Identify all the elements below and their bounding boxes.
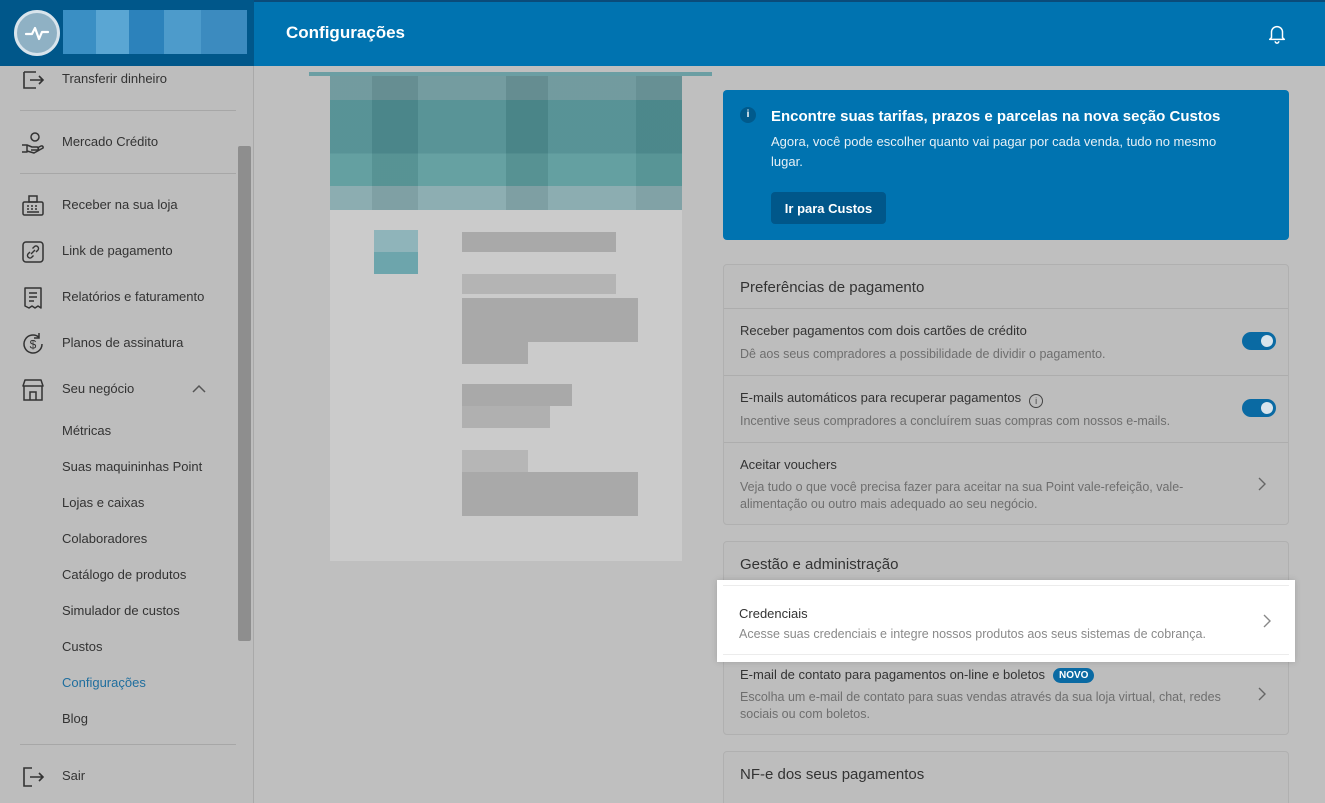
sidebar-subitem-metricas[interactable]: Métricas — [62, 423, 111, 438]
pref-row-vouchers[interactable]: Aceitar vouchers Veja tudo o que você pr… — [724, 442, 1288, 524]
preview-text-blurred — [462, 406, 550, 428]
page-title: Configurações — [286, 23, 406, 42]
row-description: Veja tudo o que você precisa fazer para … — [740, 480, 1184, 511]
sidebar-item-label: Seu negócio — [62, 381, 135, 396]
pref-row-two-cards[interactable]: Receber pagamentos com dois cartões de c… — [724, 308, 1288, 375]
sidebar-item-label: Transferir dinheiro — [62, 71, 168, 86]
sidebar-item-transfer[interactable]: Transferir dinheiro — [0, 61, 236, 97]
chevron-up-icon[interactable] — [192, 384, 206, 394]
card-title: Preferências de pagamento — [740, 279, 925, 296]
pref-row-auto-emails[interactable]: E-mails automáticos para recuperar pagam… — [724, 375, 1288, 442]
row-description: Incentive seus compradores a concluírem … — [740, 414, 1171, 428]
sidebar-item-relatorios[interactable]: Relatórios e faturamento — [0, 279, 236, 315]
row-description: Dê aos seus compradores a possibilidade … — [740, 347, 1106, 361]
sidebar-subitem-maquininhas[interactable]: Suas maquininhas Point — [62, 459, 202, 474]
card-title: Gestão e administração — [740, 556, 899, 573]
row-title: E-mail de contato para pagamentos on-lin… — [740, 667, 1095, 683]
blurred-preview — [330, 76, 682, 561]
row-title-text: E-mail de contato para pagamentos on-lin… — [740, 667, 1045, 682]
sidebar-subitem-colaboradores[interactable]: Colaboradores — [62, 531, 147, 546]
row-title: E-mails automáticos para recuperar pagam… — [740, 390, 1044, 408]
sidebar-scrollbar[interactable] — [238, 146, 251, 641]
sidebar-divider — [20, 110, 236, 111]
bell-icon[interactable] — [1266, 22, 1288, 44]
row-title-text: E-mails automáticos para recuperar pagam… — [740, 390, 1022, 405]
chevron-right-icon — [1258, 687, 1266, 701]
custos-info-banner: i Encontre suas tarifas, prazos e parcel… — [723, 90, 1289, 240]
top-bar: Configurações — [0, 0, 1325, 66]
mgmt-row-credenciais[interactable]: Credenciais Acesse suas credenciais e in… — [717, 580, 1295, 662]
hand-coin-icon — [22, 132, 44, 154]
sidebar-item-label: Link de pagamento — [62, 243, 173, 258]
dollar-cycle-icon: $ — [23, 333, 43, 354]
sidebar-item-sair[interactable]: Sair — [0, 758, 236, 794]
new-badge: NOVO — [1052, 668, 1095, 683]
chevron-right-icon — [1258, 477, 1266, 491]
transfer-icon — [23, 71, 45, 89]
sidebar-item-label: Sair — [62, 768, 86, 783]
row-description: Acesse suas credenciais e integre nossos… — [739, 627, 1206, 641]
sidebar-subitem-custos[interactable]: Custos — [62, 639, 102, 654]
preview-text-blurred — [462, 232, 616, 252]
row-description: Escolha um e-mail de contato para suas v… — [740, 690, 1221, 721]
nfe-card: NF-e dos seus pagamentos — [723, 751, 1289, 803]
sidebar-item-label: Relatórios e faturamento — [62, 289, 205, 304]
sidebar-item-mercado-credito[interactable]: Mercado Crédito — [0, 124, 236, 160]
chevron-right-icon — [1263, 614, 1271, 628]
brand-area — [0, 0, 254, 66]
credenciais-row-inner: Credenciais Acesse suas credenciais e in… — [723, 585, 1289, 655]
preview-avatar-blurred — [374, 230, 418, 274]
account-name-blurred[interactable] — [63, 10, 247, 54]
store-icon — [22, 379, 44, 401]
banner-title: Encontre suas tarifas, prazos e parcelas… — [771, 108, 1221, 125]
preview-text-blurred — [462, 450, 528, 472]
row-title: Credenciais — [739, 606, 808, 621]
sidebar-subitem-configuracoes[interactable]: Configurações — [62, 675, 146, 690]
info-icon: i — [740, 107, 756, 123]
sidebar-subitem-catalogo[interactable]: Catálogo de produtos — [62, 567, 186, 582]
sidebar — [0, 66, 254, 803]
row-title: Receber pagamentos com dois cartões de c… — [740, 323, 1027, 338]
svg-text:$: $ — [30, 338, 37, 352]
sidebar-divider — [20, 744, 236, 745]
mgmt-row-contact-email[interactable]: E-mail de contato para pagamentos on-lin… — [724, 652, 1288, 734]
preview-text-blurred — [462, 274, 616, 294]
preview-text-blurred — [462, 298, 638, 342]
sidebar-item-label: Receber na sua loja — [62, 197, 178, 212]
info-circle-icon[interactable]: i — [1029, 394, 1044, 408]
app-logo[interactable] — [14, 10, 60, 56]
two-cards-toggle[interactable] — [1242, 332, 1276, 350]
sidebar-item-label: Planos de assinatura — [62, 335, 184, 350]
payment-preferences-card: Preferências de pagamento Receber pagame… — [723, 264, 1289, 525]
cash-register-icon — [22, 195, 44, 216]
sidebar-item-receber-loja[interactable]: Receber na sua loja — [0, 187, 236, 223]
sidebar-item-planos-assinatura[interactable]: $ Planos de assinatura — [0, 325, 236, 361]
sidebar-subitem-lojas-caixas[interactable]: Lojas e caixas — [62, 495, 144, 510]
auto-emails-toggle[interactable] — [1242, 399, 1276, 417]
sidebar-divider — [20, 173, 236, 174]
ir-para-custos-button[interactable]: Ir para Custos — [771, 192, 886, 224]
sidebar-subitem-simulador[interactable]: Simulador de custos — [62, 603, 180, 618]
preview-text-blurred — [462, 384, 572, 406]
preview-text-blurred — [462, 472, 638, 516]
preview-header-blurred — [330, 76, 682, 210]
sidebar-item-label: Mercado Crédito — [62, 134, 159, 149]
preview-text-blurred — [462, 342, 528, 364]
logout-icon — [23, 767, 45, 787]
row-title: Aceitar vouchers — [740, 457, 837, 472]
card-title: NF-e dos seus pagamentos — [740, 766, 925, 783]
sidebar-subitem-blog[interactable]: Blog — [62, 711, 88, 726]
link-icon — [22, 241, 44, 263]
receipt-icon — [24, 287, 42, 309]
activity-icon — [24, 26, 50, 41]
banner-text: Agora, você pode escolher quanto vai pag… — [771, 134, 1217, 169]
sidebar-item-link-pagamento[interactable]: Link de pagamento — [0, 233, 236, 269]
